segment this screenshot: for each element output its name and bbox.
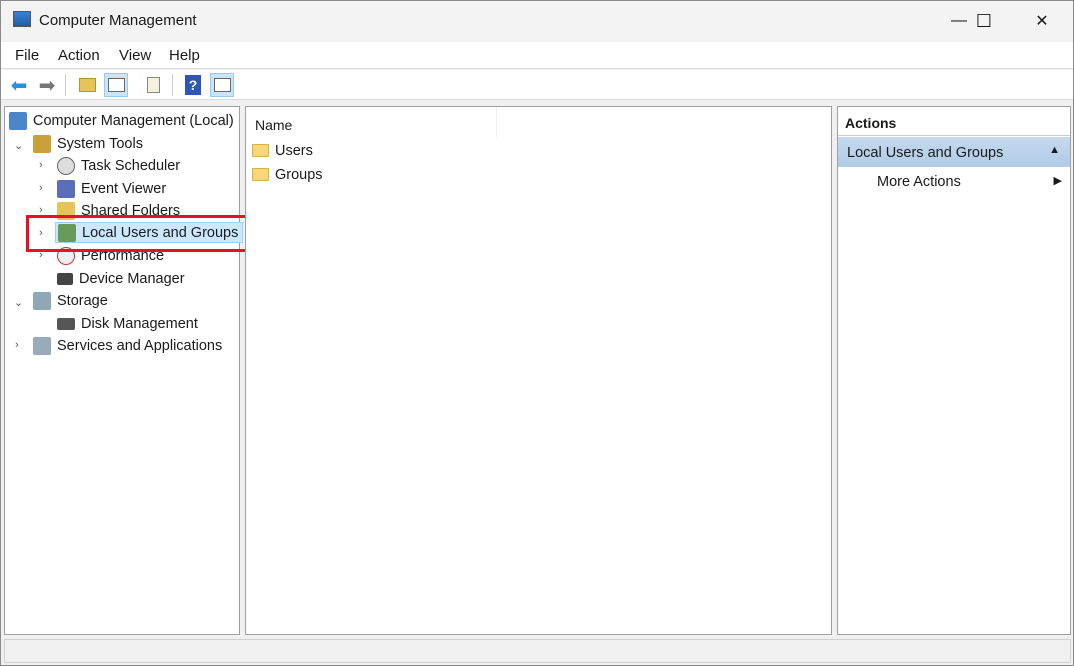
tree-item-storage[interactable]: Storage [33, 290, 108, 311]
show-hide-action-pane-icon[interactable] [210, 73, 234, 97]
computer-management-icon [13, 11, 31, 27]
more-actions-item[interactable]: More Actions ▶ [838, 169, 1070, 197]
computer-icon [9, 111, 27, 130]
tools-icon [33, 134, 51, 153]
disk-icon [57, 317, 75, 330]
column-header-name[interactable]: Name [246, 107, 497, 137]
highlight-box [26, 215, 248, 252]
device-manager-icon [57, 272, 73, 285]
console-tree: Computer Management (Local) ⌄ System Too… [4, 106, 244, 635]
chevron-right-icon[interactable]: › [15, 339, 19, 351]
actions-section-local-users-and-groups[interactable]: Local Users and Groups ▲ [838, 137, 1070, 167]
tree-item-event-viewer[interactable]: Event Viewer [57, 178, 166, 199]
tree-item-device-manager[interactable]: Device Manager [57, 268, 185, 289]
clock-icon [57, 156, 75, 175]
chevron-right-icon[interactable]: › [39, 182, 43, 194]
chevron-down-icon[interactable]: ⌄ [14, 139, 23, 152]
folder-icon [252, 144, 269, 157]
computer-management-window: Computer Management — ☐ ✕ File Action Vi… [0, 0, 1074, 666]
tree-item-disk-management[interactable]: Disk Management [57, 313, 198, 334]
chevron-right-icon[interactable]: › [39, 159, 43, 171]
close-button[interactable]: ✕ [1019, 1, 1065, 41]
show-hide-tree-icon[interactable] [104, 73, 128, 97]
folder-icon [252, 168, 269, 181]
actions-header: Actions [838, 107, 1070, 136]
submenu-arrow-icon: ▶ [1053, 175, 1062, 187]
window-title: Computer Management [39, 12, 197, 29]
menu-action[interactable]: Action [58, 47, 100, 64]
help-icon[interactable]: ? [181, 73, 205, 97]
list-item-groups[interactable]: Groups [252, 164, 323, 185]
collapse-triangle-icon[interactable]: ▲ [1049, 144, 1060, 156]
tree-item-computer-management[interactable]: Computer Management (Local) [9, 110, 234, 131]
back-icon[interactable]: ⬅ [7, 73, 31, 97]
up-folder-icon[interactable] [75, 73, 99, 97]
export-list-icon[interactable] [141, 73, 165, 97]
toolbar: ⬅ ➡ ? [1, 70, 1073, 100]
list-item-users[interactable]: Users [252, 140, 313, 161]
services-icon [33, 336, 51, 355]
forward-icon[interactable]: ➡ [35, 73, 59, 97]
tree-item-system-tools[interactable]: System Tools [33, 133, 143, 154]
maximize-button[interactable]: ☐ [961, 1, 1007, 41]
status-bar [4, 639, 1071, 663]
list-pane: Name Users Groups [245, 106, 832, 635]
tree-item-services-and-applications[interactable]: Services and Applications [33, 335, 222, 356]
menu-view[interactable]: View [119, 47, 151, 64]
menu-bar: File Action View Help [1, 42, 1073, 69]
storage-icon [33, 291, 51, 310]
menu-help[interactable]: Help [169, 47, 200, 64]
title-bar: Computer Management — ☐ ✕ [1, 1, 1073, 41]
menu-file[interactable]: File [15, 47, 39, 64]
event-viewer-icon [57, 179, 75, 198]
tree-item-task-scheduler[interactable]: Task Scheduler [57, 155, 180, 176]
chevron-down-icon[interactable]: ⌄ [14, 296, 23, 309]
actions-pane: Actions Local Users and Groups ▲ More Act… [837, 106, 1071, 635]
